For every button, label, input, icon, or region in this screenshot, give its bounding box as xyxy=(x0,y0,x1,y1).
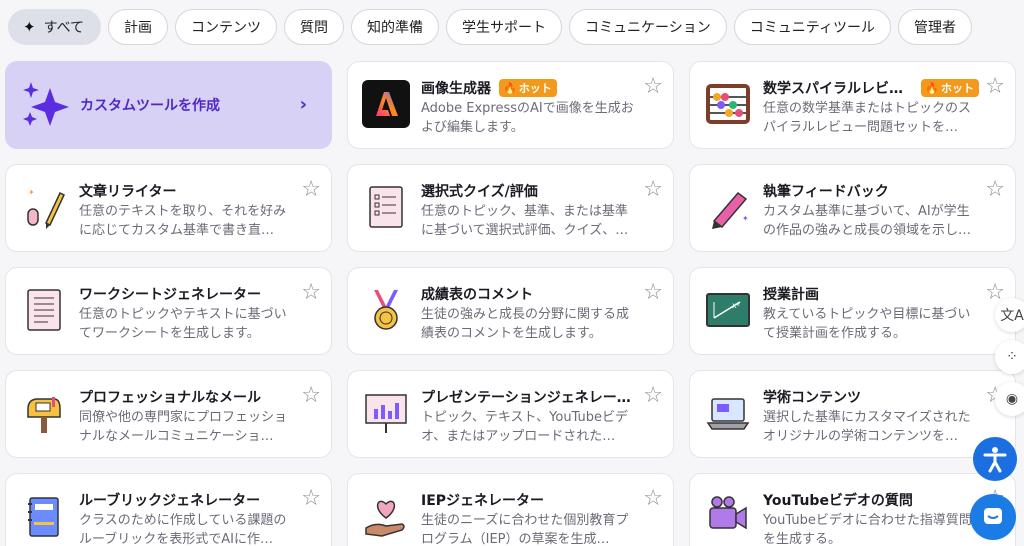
apps-grid-icon[interactable]: ⁘ xyxy=(995,340,1024,374)
accessibility-button[interactable] xyxy=(973,437,1017,481)
favorite-star-icon[interactable]: ☆ xyxy=(985,179,1005,201)
laptop-icon xyxy=(706,398,750,430)
sparkles-icon xyxy=(23,82,69,126)
pen-icon: ✦ xyxy=(712,191,749,229)
create-custom-tool-card[interactable]: カスタムツールを作成 › xyxy=(5,61,332,149)
accessibility-icon xyxy=(983,447,1007,473)
hot-badge: 🔥 ホット xyxy=(499,79,557,97)
category-filter-bar: ✦ すべて 計画 コンテンツ 質問 知的準備 学生サポート コミュニケーション コ… xyxy=(8,9,972,45)
chalkboard-icon: x² xyxy=(706,293,750,327)
filter-intellectual-prep[interactable]: 知的準備 xyxy=(351,9,440,45)
favorite-star-icon[interactable]: ☆ xyxy=(301,179,321,201)
favorite-star-icon[interactable]: ☆ xyxy=(643,179,663,201)
tool-card-academic-content[interactable]: 学術コンテンツ 選択した基準にカスタマイズされたオリジナルの学術コンテンツを… … xyxy=(689,370,1016,458)
filter-communication[interactable]: コミュニケーション xyxy=(569,9,727,45)
tool-card-report-card-comments[interactable]: 成績表のコメント 生徒の強みと成長の分野に関する成績表のコメントを生成します。 … xyxy=(347,267,674,355)
filter-all[interactable]: ✦ すべて xyxy=(8,9,102,45)
filter-community-tools[interactable]: コミュニティツール xyxy=(733,9,891,45)
quiz-sheet-icon xyxy=(369,186,403,228)
tool-card-presentation-generator[interactable]: プレゼンテーションジェネレータ… トピック、テキスト、YouTubeビデオ、また… xyxy=(347,370,674,458)
tool-card-math-spiral-review[interactable]: 数学スパイラルレビュ… 🔥 ホット 任意の数学基準またはトピックのスパイラルレビュー… xyxy=(689,61,1016,149)
chat-icon xyxy=(984,508,1002,524)
adobe-express-icon xyxy=(362,80,410,128)
video-camera-icon xyxy=(709,496,747,530)
presentation-icon xyxy=(365,394,407,433)
assistant-bot-icon[interactable]: ◉ xyxy=(995,382,1024,416)
filter-student-support[interactable]: 学生サポート xyxy=(446,9,563,45)
favorite-star-icon[interactable]: ☆ xyxy=(301,488,321,510)
favorite-star-icon[interactable]: ☆ xyxy=(643,385,663,407)
svg-text:✦: ✦ xyxy=(742,214,749,223)
tool-card-image-generator[interactable]: 画像生成器 🔥 ホット Adobe ExpressのAIで画像を生成および編集します… xyxy=(347,61,674,149)
notebook-icon xyxy=(28,497,59,537)
filter-planning[interactable]: 計画 xyxy=(108,9,169,45)
chevron-right-icon: › xyxy=(299,94,307,115)
abacus-icon xyxy=(706,84,750,124)
sparkle-icon: ✦ xyxy=(23,18,36,36)
filter-content[interactable]: コンテンツ xyxy=(175,9,278,45)
svg-text:✦: ✦ xyxy=(28,188,35,197)
svg-text:x²: x² xyxy=(732,301,740,310)
favorite-star-icon[interactable]: ☆ xyxy=(301,385,321,407)
tool-card-youtube-video-questions[interactable]: YouTubeビデオの質問 YouTubeビデオに合わせた指導質問を生成する。 … xyxy=(689,473,1016,546)
tool-card-rubric-generator[interactable]: ルーブリックジェネレーター クラスのために作成している課題のルーブリックを表形式… xyxy=(5,473,332,546)
tool-card-multiple-choice-quiz[interactable]: 選択式クイズ/評価 任意のトピック、基準、または基準に基づいて選択式評価、クイズ… xyxy=(347,164,674,252)
tool-card-lesson-plan[interactable]: x² 授業計画 教えているトピックや目標に基づいて授業計画を作成する。 ☆ xyxy=(689,267,1016,355)
tool-card-professional-email[interactable]: プロフェッショナルなメール 同僚や他の専門家にプロフェッショナルなメールコミュニ… xyxy=(5,370,332,458)
fire-icon: 🔥 xyxy=(503,81,517,95)
chat-support-button[interactable] xyxy=(970,494,1016,540)
favorite-star-icon[interactable]: ☆ xyxy=(643,282,663,304)
mailbox-icon xyxy=(27,397,61,433)
filter-admin[interactable]: 管理者 xyxy=(897,9,972,45)
favorite-star-icon[interactable]: ☆ xyxy=(643,76,663,98)
tool-card-writing-feedback[interactable]: ✦ 執筆フィードバック カスタム基準に基づいて、AIが学生の作品の強みと成長の領… xyxy=(689,164,1016,252)
tool-card-worksheet-generator[interactable]: ワークシートジェネレーター 任意のトピックやテキストに基づいてワークシートを生成… xyxy=(5,267,332,355)
favorite-star-icon[interactable]: ☆ xyxy=(985,76,1005,98)
heart-hand-icon xyxy=(365,500,405,537)
favorite-star-icon[interactable]: ☆ xyxy=(643,488,663,510)
tool-grid: カスタムツールを作成 › 画像生成器 🔥 ホット Adobe ExpressのAIで… xyxy=(5,61,1016,546)
tool-card-iep-generator[interactable]: IEPジェネレーター 生徒のニーズに合わせた個別教育プログラム（IEP）の草案を… xyxy=(347,473,674,546)
translate-icon[interactable]: 文A xyxy=(995,298,1024,332)
tool-card-text-rewriter[interactable]: ✦ 文章リライター 任意のテキストを取り、それを好みに応じてカスタム基準で書き直… xyxy=(5,164,332,252)
favorite-star-icon[interactable]: ☆ xyxy=(301,282,321,304)
fire-icon: 🔥 xyxy=(925,81,939,95)
filter-questions[interactable]: 質問 xyxy=(284,9,345,45)
medal-icon xyxy=(374,290,398,330)
pencil-icon: ✦ xyxy=(27,188,65,229)
worksheet-icon xyxy=(27,289,61,331)
hot-badge: 🔥 ホット xyxy=(921,79,979,97)
